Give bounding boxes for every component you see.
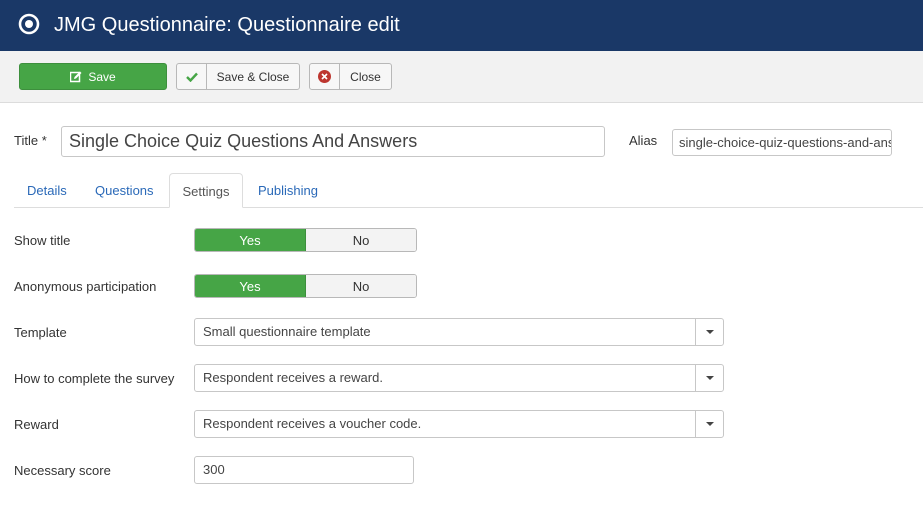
- show-title-no-button[interactable]: No: [306, 229, 416, 251]
- alias-label: Alias: [629, 133, 658, 148]
- anonymous-participation-label: Anonymous participation: [14, 279, 157, 294]
- tab-questions[interactable]: Questions: [82, 173, 167, 208]
- show-title-yes-button[interactable]: Yes: [195, 229, 306, 251]
- radio-target-icon: [18, 13, 40, 35]
- how-to-complete-label: How to complete the survey: [14, 371, 175, 386]
- title-label: Title *: [14, 133, 47, 148]
- chevron-down-icon[interactable]: [695, 411, 723, 437]
- close-button[interactable]: Close: [309, 63, 392, 90]
- template-select-value: Small questionnaire template: [203, 324, 371, 339]
- toolbar: Save Save & Close Close: [0, 51, 923, 103]
- close-circle-icon: [310, 64, 340, 89]
- chevron-down-icon[interactable]: [695, 319, 723, 345]
- page-header: JMG Questionnaire: Questionnaire edit: [0, 0, 923, 51]
- template-select[interactable]: Small questionnaire template: [194, 318, 724, 346]
- close-label: Close: [350, 69, 381, 84]
- anonymous-yes-button[interactable]: Yes: [195, 275, 306, 297]
- template-label: Template: [14, 325, 67, 340]
- show-title-label: Show title: [14, 233, 71, 248]
- save-button-label: Save: [88, 69, 116, 84]
- page-title: JMG Questionnaire: Questionnaire edit: [54, 14, 400, 36]
- how-to-complete-select-value: Respondent receives a reward.: [203, 370, 383, 385]
- reward-label: Reward: [14, 417, 59, 432]
- reward-select-value: Respondent receives a voucher code.: [203, 416, 422, 431]
- save-and-close-label: Save & Close: [216, 69, 290, 84]
- title-input[interactable]: Single Choice Quiz Questions And Answers: [61, 126, 605, 157]
- tab-publishing[interactable]: Publishing: [245, 173, 331, 208]
- tab-settings[interactable]: Settings: [169, 173, 243, 208]
- alias-input[interactable]: single-choice-quiz-questions-and-answers: [672, 129, 892, 156]
- how-to-complete-select[interactable]: Respondent receives a reward.: [194, 364, 724, 392]
- tab-details[interactable]: Details: [14, 173, 80, 208]
- necessary-score-input[interactable]: 300: [194, 456, 414, 484]
- edit-icon: [70, 71, 82, 83]
- anonymous-no-button[interactable]: No: [306, 275, 416, 297]
- necessary-score-label: Necessary score: [14, 463, 111, 478]
- anonymous-participation-toggle: Yes No: [194, 274, 417, 298]
- reward-select[interactable]: Respondent receives a voucher code.: [194, 410, 724, 438]
- show-title-toggle: Yes No: [194, 228, 417, 252]
- save-and-close-button[interactable]: Save & Close: [176, 63, 300, 90]
- chevron-down-icon[interactable]: [695, 365, 723, 391]
- save-button[interactable]: Save: [19, 63, 167, 90]
- checkmark-icon: [177, 64, 207, 89]
